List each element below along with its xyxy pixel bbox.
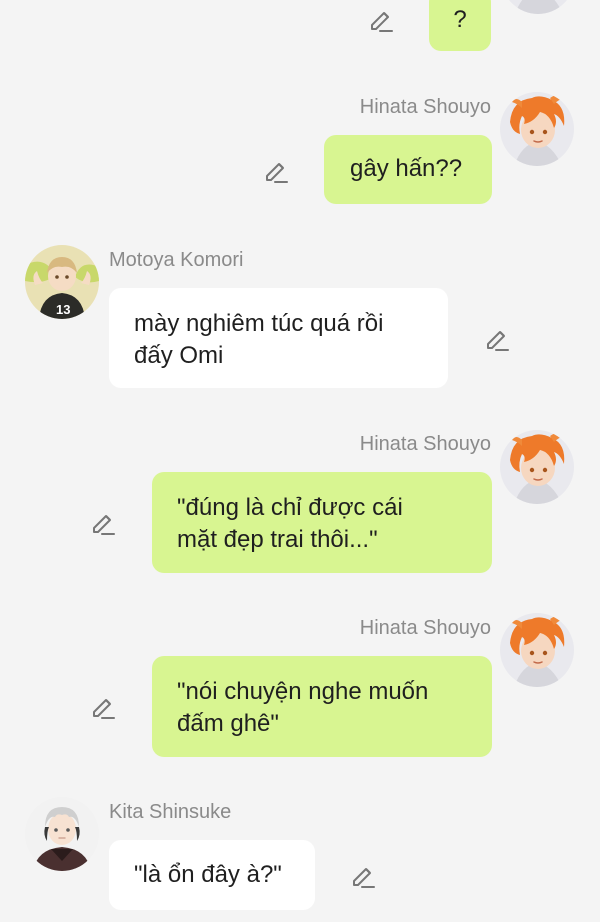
- svg-text:13: 13: [56, 302, 70, 317]
- sender-name: Hinata Shouyo: [359, 617, 491, 639]
- message-bubble-sent[interactable]: "nói chuyện nghe muốn đấm ghê": [152, 656, 492, 757]
- edit-message-icon[interactable]: [348, 860, 378, 890]
- message-bubble-received[interactable]: mày nghiêm túc quá rồi đấy Omi: [109, 288, 448, 388]
- avatar-hinata[interactable]: [501, 0, 575, 14]
- message-bubble-sent[interactable]: gây hấn??: [324, 135, 492, 204]
- avatar-komori[interactable]: 13: [25, 245, 99, 319]
- message-text: "là ổn đây à?": [134, 861, 282, 888]
- edit-message-icon[interactable]: [88, 691, 118, 721]
- message-text: "nói chuyện nghe muốn đấm ghê": [177, 678, 429, 737]
- avatar-hinata[interactable]: [500, 613, 574, 687]
- edit-message-icon[interactable]: [482, 323, 512, 353]
- avatar-hinata[interactable]: [500, 430, 574, 504]
- edit-message-icon[interactable]: [261, 155, 291, 185]
- message-text: mày nghiêm túc quá rồi đấy Omi: [134, 310, 384, 369]
- avatar-hinata[interactable]: [500, 92, 574, 166]
- message-bubble-sent[interactable]: ?: [429, 0, 491, 51]
- edit-message-icon[interactable]: [88, 507, 118, 537]
- message-text: ?: [453, 6, 467, 33]
- sender-name: Hinata Shouyo: [359, 433, 491, 455]
- avatar-kita[interactable]: [25, 797, 99, 871]
- edit-message-icon[interactable]: [366, 4, 396, 34]
- message-bubble-sent[interactable]: "đúng là chỉ được cái mặt đẹp trai thôi.…: [152, 472, 492, 573]
- message-bubble-received[interactable]: "là ổn đây à?": [109, 840, 315, 910]
- sender-name: Hinata Shouyo: [359, 96, 491, 118]
- message-text: "đúng là chỉ được cái mặt đẹp trai thôi.…: [177, 494, 403, 553]
- sender-name: Kita Shinsuke: [109, 801, 232, 823]
- sender-name: Motoya Komori: [109, 249, 244, 271]
- message-text: gây hấn??: [350, 155, 463, 182]
